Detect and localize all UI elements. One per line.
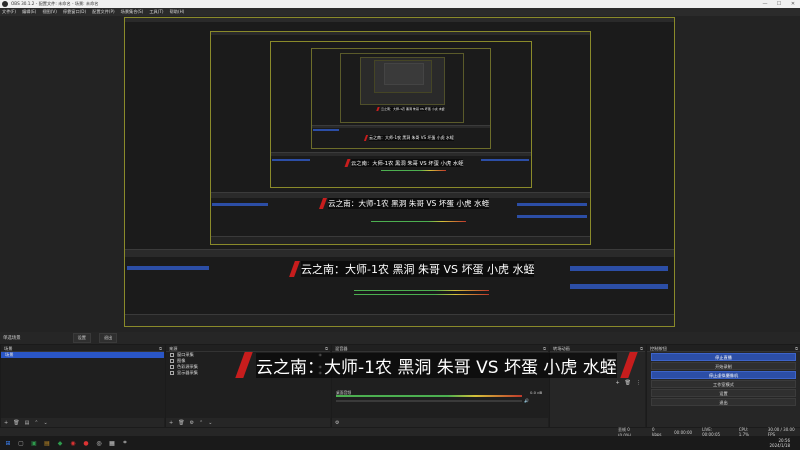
preview-mirror-level-2: 云之南：大师-1农 黑洞 朱哥 VS 坏蛋 小虎 水蛭 云之南：大师-1农 黑洞… <box>210 31 591 245</box>
more-options-icon[interactable]: ⋮ <box>636 380 641 386</box>
banner-level-4: 云之南：大师-1农 黑洞 朱哥 VS 坏蛋 小虎 水蛭 <box>363 135 454 141</box>
undock-icon[interactable]: ⧉ <box>159 345 162 351</box>
add-source-icon[interactable]: + <box>169 420 173 426</box>
banner-level-1: 云之南：大师-1农 黑洞 朱哥 VS 坏蛋 小虎 水蛭 <box>289 261 535 277</box>
settings-button[interactable]: 设置 <box>651 389 796 397</box>
mixer-dock-footer: ⚙ <box>332 418 548 427</box>
menu-bar: 文件(F) 编辑(E) 视图(V) 停靠窗口(D) 配置文件(P) 场景集合(S… <box>0 8 800 16</box>
scene-list-item[interactable]: 场景 <box>1 352 164 358</box>
sources-dock-footer: + 🗑 ⚙ ⌃ ⌄ <box>166 418 330 427</box>
window-title: OBS 30.1.2 - 配置文件: 未命名 - 场景: 未命名 <box>11 1 99 6</box>
windows-start-icon[interactable]: ⊞ <box>3 438 13 448</box>
speaker-icon[interactable]: 🔊 <box>524 398 529 403</box>
preview-mirror-level-3: 云之南：大师-1农 黑洞 朱哥 VS 坏蛋 小虎 水蛭 云之南：大师-1农 黑洞… <box>270 41 532 188</box>
main-stream-banner: 云之南：大师-1农 黑洞 朱哥 VS 坏蛋 小虎 水蛭 <box>235 352 638 378</box>
recording-time: 00:00:00 <box>674 429 693 435</box>
banner-level-5: 云之南：大师-1农 黑洞 朱哥 VS 坏蛋 小虎 水蛭 <box>376 107 445 111</box>
undock-icon[interactable]: ⧉ <box>640 345 643 351</box>
filter-icon[interactable]: ▤ <box>25 420 30 426</box>
status-bar: 丢帧 0 (0.0%) 0 kbps 00:00:00 LIVE: 00:00:… <box>0 427 800 438</box>
undock-icon[interactable]: ⧉ <box>325 345 328 351</box>
desktop-audio-meter <box>336 395 522 397</box>
sources-dock-title: 来源 <box>169 346 178 351</box>
controls-dock-title: 控制按钮 <box>650 346 667 351</box>
exit-toolbar-button[interactable]: 退出 <box>98 333 118 343</box>
exit-button[interactable]: 退出 <box>651 398 796 406</box>
undock-icon[interactable]: ⧉ <box>795 345 798 351</box>
scenes-dock-title: 场景 <box>4 346 13 351</box>
add-transition-icon[interactable]: + <box>615 380 619 386</box>
menu-scene-collection[interactable]: 场景集合(S) <box>121 9 144 15</box>
minimize-button[interactable]: — <box>758 1 772 7</box>
title-bar: OBS 30.1.2 - 配置文件: 未命名 - 场景: 未命名 — ☐ ✕ <box>0 0 800 8</box>
preview-mirror-level-1: 云之南：大师-1农 黑洞 朱哥 VS 坏蛋 小虎 水蛭 云之南：大师-1农 黑洞… <box>124 17 675 327</box>
taskbar-app-icon[interactable]: ▢ <box>16 438 26 448</box>
banner-level-3: 云之南：大师-1农 黑洞 朱哥 VS 坏蛋 小虎 水蛭 <box>344 159 464 167</box>
image-icon <box>170 359 174 363</box>
banner-level-2: 云之南：大师-1农 黑洞 朱哥 VS 坏蛋 小虎 水蛭 <box>318 198 490 209</box>
menu-view[interactable]: 视图(V) <box>42 9 57 15</box>
system-clock: 20:56 2024/1/18 <box>769 438 790 448</box>
scene-label: 单选场景 <box>3 336 21 341</box>
taskbar-app-icon[interactable]: ⌗ <box>120 438 130 448</box>
remove-transition-icon[interactable]: 🗑 <box>625 380 631 386</box>
obs-taskbar-icon[interactable]: ◎ <box>94 438 104 448</box>
move-up-icon[interactable]: ⌃ <box>199 420 203 426</box>
maximize-button[interactable]: ☐ <box>772 1 786 7</box>
taskbar-app-icon[interactable]: ▤ <box>42 438 52 448</box>
os-taskbar: ⊞ ▢ ▣ ▤ ◆ ◉ ● ◎ ▦ ⌗ 20:56 2024/1/18 <box>0 436 800 450</box>
menu-edit[interactable]: 编辑(E) <box>22 9 36 15</box>
preview-canvas[interactable]: 云之南：大师-1农 黑洞 朱哥 VS 坏蛋 小虎 水蛭 云之南：大师-1农 黑洞… <box>0 16 800 332</box>
stop-streaming-button[interactable]: 停止直播 <box>651 353 796 361</box>
settings-toolbar-button[interactable]: 设置 <box>72 333 91 343</box>
gear-icon[interactable]: ⚙ <box>190 420 194 426</box>
start-recording-button[interactable]: 开始录制 <box>651 362 796 370</box>
window-capture-icon <box>170 353 174 357</box>
move-down-icon[interactable]: ⌄ <box>208 420 212 426</box>
color-source-icon <box>170 365 174 369</box>
preview-mirror-level-4: 云之南：大师-1农 黑洞 朱哥 VS 坏蛋 小虎 水蛭 云之南：大师-1农 黑洞… <box>311 48 491 149</box>
taskbar-app-icon[interactable]: ▣ <box>29 438 39 448</box>
mixer-gear-icon[interactable]: ⚙ <box>335 420 339 426</box>
menu-docks[interactable]: 停靠窗口(D) <box>63 9 86 15</box>
move-up-icon[interactable]: ⌃ <box>34 420 38 426</box>
scenes-dock: 场景 ⧉ 场景 + 🗑 ▤ ⌃ ⌄ <box>0 345 164 427</box>
desktop-audio-db: 0.0 dB <box>530 390 543 395</box>
mixer-dock-title: 混音器 <box>335 346 348 351</box>
menu-tools[interactable]: 工具(T) <box>149 9 163 15</box>
remove-scene-icon[interactable]: 🗑 <box>13 420 19 426</box>
menu-profile[interactable]: 配置文件(P) <box>92 9 115 15</box>
remove-source-icon[interactable]: 🗑 <box>178 420 184 426</box>
stop-virtual-camera-button[interactable]: 停止虚拟摄像机 <box>651 371 796 379</box>
undock-icon[interactable]: ⧉ <box>543 345 546 351</box>
taskbar-app-icon[interactable]: ◆ <box>55 438 65 448</box>
add-scene-icon[interactable]: + <box>4 420 8 426</box>
scenes-dock-footer: + 🗑 ▤ ⌃ ⌄ <box>1 418 164 427</box>
window-controls: — ☐ ✕ <box>758 1 800 7</box>
clock-date: 2024/1/18 <box>769 443 790 448</box>
taskbar-app-icon[interactable]: ◉ <box>68 438 78 448</box>
transitions-dock-title: 转场动画 <box>553 346 570 351</box>
desktop-audio-fader[interactable] <box>336 400 522 402</box>
taskbar-app-icon[interactable]: ● <box>81 438 91 448</box>
studio-mode-button[interactable]: 工作室模式 <box>651 380 796 388</box>
preview-mirror-level-5: 云之南：大师-1农 黑洞 朱哥 VS 坏蛋 小虎 水蛭 <box>340 53 464 123</box>
menu-help[interactable]: 帮助(H) <box>170 9 185 15</box>
display-capture-icon <box>170 371 174 375</box>
scene-toolbar: 单选场景 设置 退出 <box>0 332 800 345</box>
close-button[interactable]: ✕ <box>786 1 800 7</box>
move-down-icon[interactable]: ⌄ <box>44 420 48 426</box>
taskbar-app-icon[interactable]: ▦ <box>107 438 117 448</box>
controls-dock: 控制按钮 ⧉ 停止直播 开始录制 停止虚拟摄像机 工作室模式 设置 退出 <box>646 345 800 427</box>
obs-logo-icon <box>2 1 8 7</box>
menu-file[interactable]: 文件(F) <box>2 9 16 15</box>
